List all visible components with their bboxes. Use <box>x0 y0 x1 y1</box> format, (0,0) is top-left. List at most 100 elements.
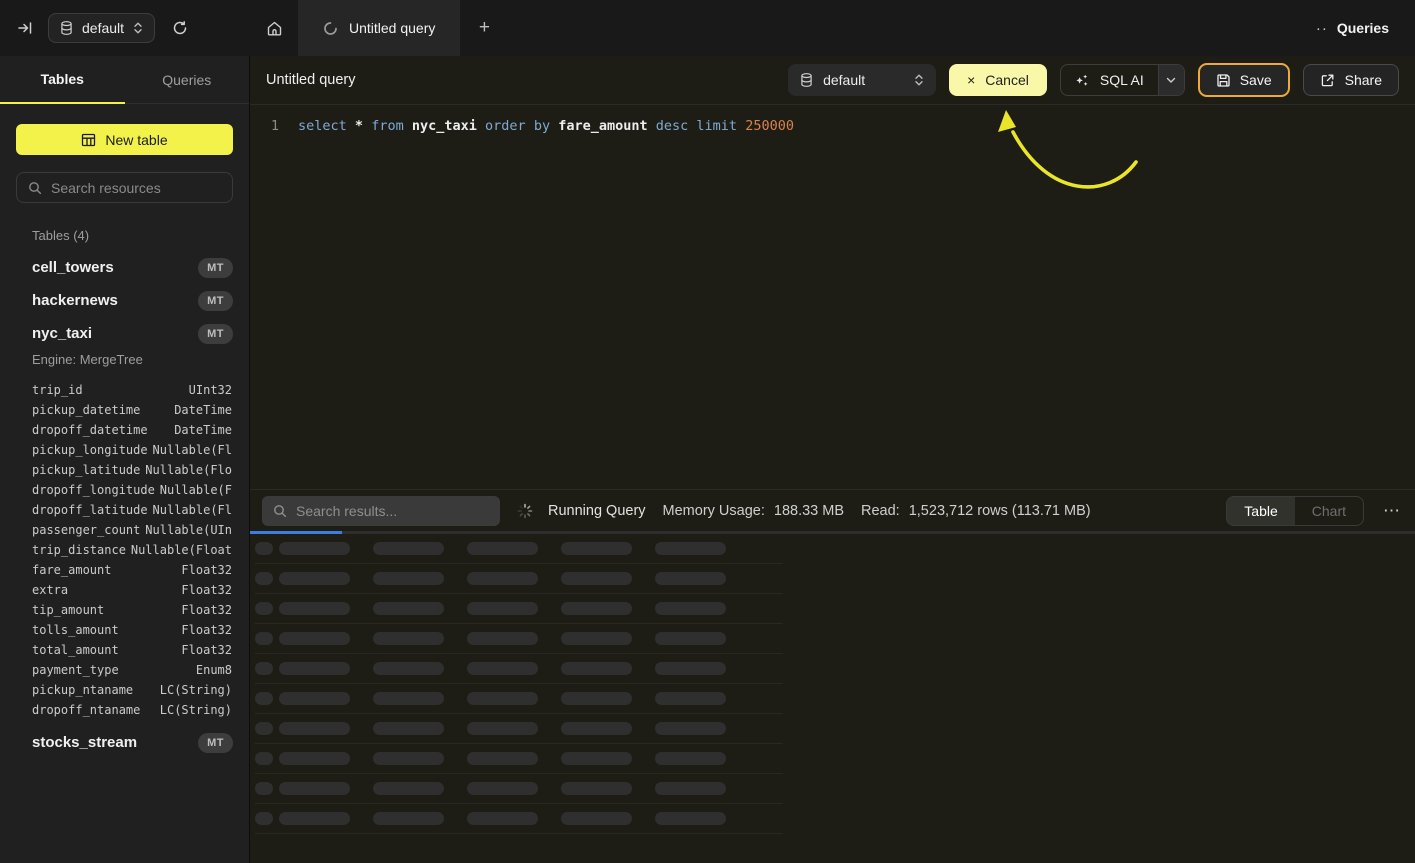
skeleton-row <box>255 564 783 594</box>
new-tab-button[interactable]: + <box>460 0 508 56</box>
sql-editor[interactable]: 1 select * from nyc_taxi order by fare_a… <box>250 105 1415 489</box>
column-row[interactable]: extraFloat32 <box>32 580 232 600</box>
table-row-nyc-taxi[interactable]: nyc_taxi MT <box>0 317 249 350</box>
table-grid-icon <box>81 133 96 147</box>
skeleton-cell <box>655 812 726 825</box>
table-name: cell_towers <box>32 259 114 276</box>
column-row[interactable]: payment_type Enum8 <box>32 660 232 680</box>
skeleton-cell <box>255 722 273 735</box>
column-row[interactable]: dropoff_datetimeDateTime <box>32 420 232 440</box>
sql-ai-main[interactable]: SQL AI <box>1061 65 1158 95</box>
sql-ai-button[interactable]: SQL AI <box>1060 64 1185 96</box>
results-toolbar: Search results... Running Qu <box>250 489 1415 531</box>
column-row[interactable]: tolls_amountFloat32 <box>32 620 232 640</box>
query-header-controls: default × Cancel <box>788 63 1399 97</box>
skeleton-cell <box>279 542 350 555</box>
skeleton-row <box>255 654 783 684</box>
column-type: Enum8 <box>196 663 232 677</box>
view-toggle-chart-label: Chart <box>1312 503 1346 519</box>
search-icon <box>273 504 287 518</box>
plus-icon: + <box>479 17 490 39</box>
skeleton-cell <box>467 692 538 705</box>
table-name: hackernews <box>32 292 118 309</box>
skeleton-row <box>255 714 783 744</box>
column-row[interactable]: total_amountFloat32 <box>32 640 232 660</box>
column-row[interactable]: pickup_latitudeNullable(Flo <box>32 460 232 480</box>
skeleton-cell <box>279 572 350 585</box>
loading-spinner-icon <box>517 503 533 519</box>
skeleton-cell <box>373 632 444 645</box>
sql-code: select * from nyc_taxi order by fare_amo… <box>298 118 794 134</box>
skeleton-cell <box>279 632 350 645</box>
view-toggle-table[interactable]: Table <box>1227 497 1294 525</box>
column-type: Nullable(Fl <box>153 443 232 457</box>
column-row[interactable]: passenger_countNullable(UIn <box>32 520 232 540</box>
home-button[interactable] <box>250 0 298 56</box>
sidebar-tab-queries[interactable]: Queries <box>125 56 250 104</box>
sql-token: limit <box>696 118 737 134</box>
column-type: UInt32 <box>189 383 232 397</box>
sidebar-search-input[interactable]: Search resources <box>16 172 233 203</box>
new-table-button[interactable]: New table <box>16 124 233 155</box>
results-search-input[interactable]: Search results... <box>262 496 500 526</box>
column-row[interactable]: trip_distanceNullable(Float <box>32 540 232 560</box>
save-label: Save <box>1240 72 1272 88</box>
sidebar-tab-tables[interactable]: Tables <box>0 56 125 104</box>
collapse-sidebar-icon[interactable] <box>17 20 33 36</box>
home-icon <box>266 20 283 37</box>
column-name: tip_amount <box>32 603 104 617</box>
skeleton-cell <box>255 602 273 615</box>
read-metric: Read: 1,523,712 rows (113.71 MB) <box>861 503 1091 519</box>
skeleton-cell <box>279 782 350 795</box>
view-toggle-table-label: Table <box>1244 503 1277 519</box>
column-type: DateTime <box>174 423 232 437</box>
column-row[interactable]: pickup_datetimeDateTime <box>32 400 232 420</box>
sql-token: order <box>485 118 526 134</box>
save-button[interactable]: Save <box>1198 63 1290 97</box>
sidebar-tab-tables-label: Tables <box>41 71 84 87</box>
cancel-button[interactable]: × Cancel <box>949 64 1047 96</box>
queries-link[interactable]: Queries <box>1337 20 1389 36</box>
table-row-hackernews[interactable]: hackernews MT <box>0 284 249 317</box>
save-disk-icon <box>1216 73 1231 88</box>
database-selector-header[interactable]: default <box>788 64 936 96</box>
skeleton-cell <box>467 542 538 555</box>
skeleton-cell <box>373 602 444 615</box>
share-button[interactable]: Share <box>1303 64 1399 96</box>
column-type: LC(String) <box>160 683 232 697</box>
column-name: dropoff_ntaname <box>32 703 140 717</box>
sql-ai-caret-button[interactable] <box>1158 65 1184 95</box>
skeleton-cell <box>467 662 538 675</box>
column-row[interactable]: pickup_longitude Nullable(Fl <box>32 440 232 460</box>
refresh-icon[interactable] <box>172 20 188 36</box>
view-toggle-chart[interactable]: Chart <box>1295 497 1363 525</box>
database-selector-topbar[interactable]: default <box>48 13 155 43</box>
more-options-button[interactable]: ⋯ <box>1383 501 1401 521</box>
column-row[interactable]: trip_idUInt32 <box>32 380 232 400</box>
column-row[interactable]: dropoff_longitudeNullable(F <box>32 480 232 500</box>
database-selector-value: default <box>82 20 124 36</box>
column-name: pickup_longitude <box>32 443 148 457</box>
table-name: nyc_taxi <box>32 325 92 342</box>
table-row-stocks-stream[interactable]: stocks_stream MT <box>0 726 249 759</box>
skeleton-cell <box>467 632 538 645</box>
main-panel: Untitled query default <box>250 56 1415 863</box>
column-name: pickup_ntaname <box>32 683 133 697</box>
column-row[interactable]: dropoff_ntanameLC(String) <box>32 700 232 720</box>
search-icon <box>28 181 42 195</box>
share-label: Share <box>1345 72 1382 88</box>
skeleton-cell <box>655 602 726 615</box>
column-row[interactable]: dropoff_latitudeNullable(Fl <box>32 500 232 520</box>
chevron-updown-icon <box>914 73 924 87</box>
column-type: Float32 <box>181 563 232 577</box>
skeleton-cell <box>655 572 726 585</box>
column-name: payment_type <box>32 663 119 677</box>
skeleton-cell <box>655 542 726 555</box>
engine-badge: MT <box>198 733 233 753</box>
column-row[interactable]: tip_amountFloat32 <box>32 600 232 620</box>
tab-untitled-query[interactable]: Untitled query <box>298 0 460 56</box>
column-type: Nullable(Flo <box>145 463 232 477</box>
column-row[interactable]: fare_amountFloat32 <box>32 560 232 580</box>
column-row[interactable]: pickup_ntaname LC(String) <box>32 680 232 700</box>
table-row-cell-towers[interactable]: cell_towers MT <box>0 251 249 284</box>
